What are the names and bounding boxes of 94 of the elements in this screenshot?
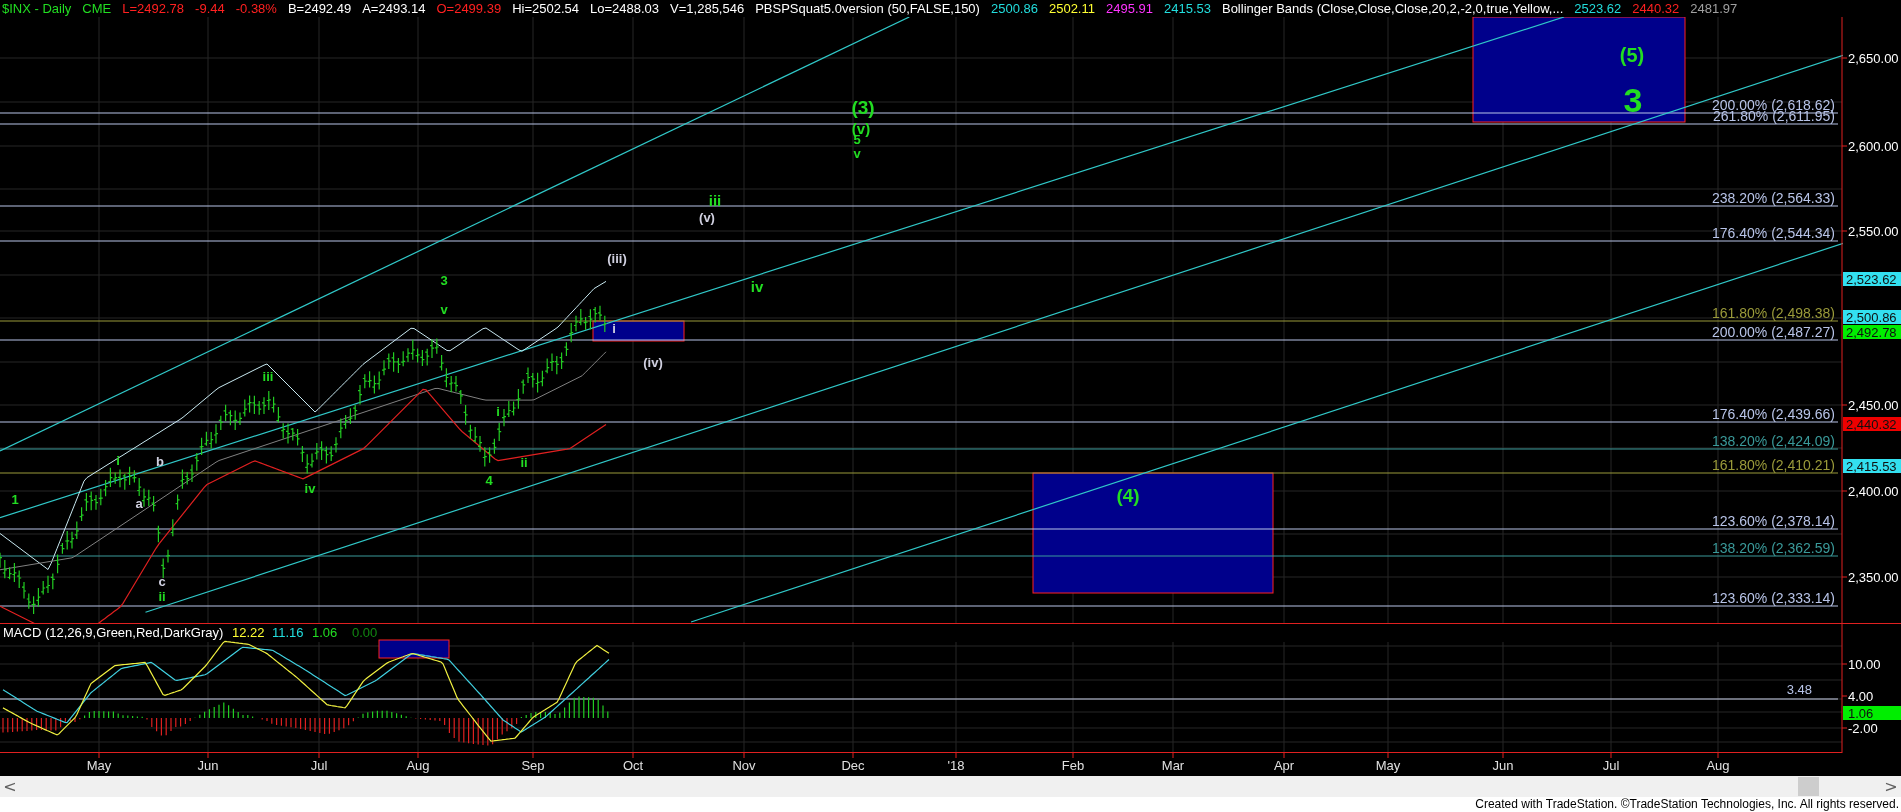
macd-level-label: 3.48 <box>1786 682 1812 697</box>
macd-value: 0.00 <box>352 625 378 640</box>
wave-label: i <box>612 320 616 336</box>
status-value: 2495.91 <box>1105 0 1153 17</box>
time-axis-label: Jun <box>197 758 219 773</box>
macd-value: 12.22 <box>232 625 265 640</box>
wave-label: iv <box>304 481 316 497</box>
copyright-text: Created with TradeStation. ©TradeStation Technologies, Inc. All rights reserved. <box>1475 797 1899 812</box>
macd-axis-label: 10.00 <box>1848 657 1881 672</box>
time-axis-label: Oct <box>622 758 644 773</box>
wave-label: 4 <box>485 473 493 489</box>
wave-label: (4) <box>1116 484 1140 506</box>
status-value: -9.44 <box>195 0 225 17</box>
wave-label: v <box>440 302 448 318</box>
time-axis-label: May <box>1375 758 1401 773</box>
status-value: 2481.97 <box>1690 0 1738 17</box>
macd-title: MACD (12,26,9,Green,Red,DarkGray) <box>3 625 224 640</box>
wave-label: c <box>158 574 166 590</box>
price-axis-label: 2,450.00 <box>1848 398 1899 413</box>
time-axis-label: Feb <box>1061 758 1085 773</box>
status-value: B=2492.49 <box>287 0 352 17</box>
time-axis-label: '18 <box>947 758 965 773</box>
status-value: Bollinger Bands (Close,Close,Close,20,2,-2,0,true,Yellow,... <box>1221 0 1564 17</box>
fibonacci-level-label: 200.00% (2,487.27) <box>1712 324 1835 340</box>
fibonacci-level-label: 123.60% (2,333.14) <box>1712 590 1835 606</box>
price-axis-label: 2,400.00 <box>1848 484 1899 499</box>
status-value: O=2499.39 <box>436 0 502 17</box>
macd-axis-label: -2.00 <box>1848 721 1878 736</box>
time-axis-label: May <box>86 758 112 773</box>
fibonacci-level-label: 138.20% (2,424.09) <box>1712 433 1835 449</box>
status-value: $INX - Daily <box>2 0 72 17</box>
macd-marker-value: 1.06 <box>1848 706 1874 721</box>
fibonacci-level-label: 238.20% (2,564.33) <box>1712 190 1835 206</box>
fibonacci-level-label: 138.20% (2,362.59) <box>1712 540 1835 556</box>
wave-label: (iii) <box>607 251 627 267</box>
time-axis-label: Jun <box>1492 758 1514 773</box>
price-marker-value: 2,415.53 <box>1846 459 1897 474</box>
target-zone <box>378 639 450 659</box>
wave-label: i <box>496 404 500 420</box>
time-axis-label: Apr <box>1273 758 1295 773</box>
macd-axis-label: 4.00 <box>1848 689 1874 704</box>
time-axis-label: Sep <box>521 758 545 773</box>
status-value: 2523.62 <box>1574 0 1622 17</box>
wave-label: (3) <box>851 96 875 118</box>
wave-label: 3 <box>440 273 448 289</box>
status-value: 2500.86 <box>990 0 1038 17</box>
fibonacci-level-label: 161.80% (2,498.38) <box>1712 305 1835 321</box>
time-axis-label: Dec <box>841 758 865 773</box>
price-marker-value: 2,440.32 <box>1846 417 1897 432</box>
wave-label: i <box>116 453 120 469</box>
wave-label: iii <box>708 192 722 210</box>
price-marker-value: 2,500.86 <box>1846 310 1897 325</box>
scrollbar-thumb[interactable] <box>1798 777 1819 796</box>
wave-label: iii <box>262 369 274 385</box>
price-axis-label: 2,350.00 <box>1848 570 1899 585</box>
status-value: -0.38% <box>235 0 277 17</box>
fibonacci-level-label: 161.80% (2,410.21) <box>1712 457 1835 473</box>
wave-label: a <box>135 496 143 512</box>
price-marker-value: 2,492.78 <box>1846 325 1897 340</box>
time-axis-label: Aug <box>1706 758 1730 773</box>
status-value: 2502.11 <box>1048 0 1095 17</box>
status-value: V=1,285,546 <box>670 0 745 17</box>
fibonacci-level-label: 123.60% (2,378.14) <box>1712 513 1835 529</box>
price-marker-value: 2,523.62 <box>1846 272 1897 287</box>
status-value: Lo=2488.03 <box>590 0 660 17</box>
wave-label: 3 <box>1623 80 1643 119</box>
macd-value: 11.16 <box>272 625 304 640</box>
status-value: CME <box>82 0 112 17</box>
wave-label: v <box>853 146 861 162</box>
wave-label: b <box>156 454 164 470</box>
wave-label: ii <box>158 589 166 605</box>
time-axis-label: Nov <box>732 758 756 773</box>
time-axis-label: Aug <box>406 758 430 773</box>
status-value: 2415.53 <box>1163 0 1211 17</box>
fibonacci-level-label: 176.40% (2,439.66) <box>1712 406 1835 422</box>
wave-label: 1 <box>11 492 19 508</box>
price-axis-label: 2,550.00 <box>1848 224 1899 239</box>
macd-value: 1.06 <box>312 625 338 640</box>
wave-label: iv <box>750 278 764 296</box>
fibonacci-level-label: 176.40% (2,544.34) <box>1712 225 1835 241</box>
status-value: 2440.32 <box>1632 0 1680 17</box>
time-axis-label: Jul <box>310 758 328 773</box>
price-axis-label: 2,650.00 <box>1848 51 1899 66</box>
wave-label: (5) <box>1619 44 1645 66</box>
time-axis-label: Mar <box>1161 758 1185 773</box>
wave-label: ii <box>520 455 528 471</box>
status-value: PBSPSquat5.0version (50,FALSE,150) <box>755 0 980 17</box>
wave-label: (iv) <box>643 355 663 371</box>
status-value: L=2492.78 <box>122 0 185 17</box>
wave-label: (v) <box>699 210 715 226</box>
status-value: A=2493.14 <box>362 0 426 17</box>
status-value: Hi=2502.54 <box>512 0 580 17</box>
time-axis-label: Jul <box>1602 758 1620 773</box>
price-axis-label: 2,600.00 <box>1848 139 1899 154</box>
